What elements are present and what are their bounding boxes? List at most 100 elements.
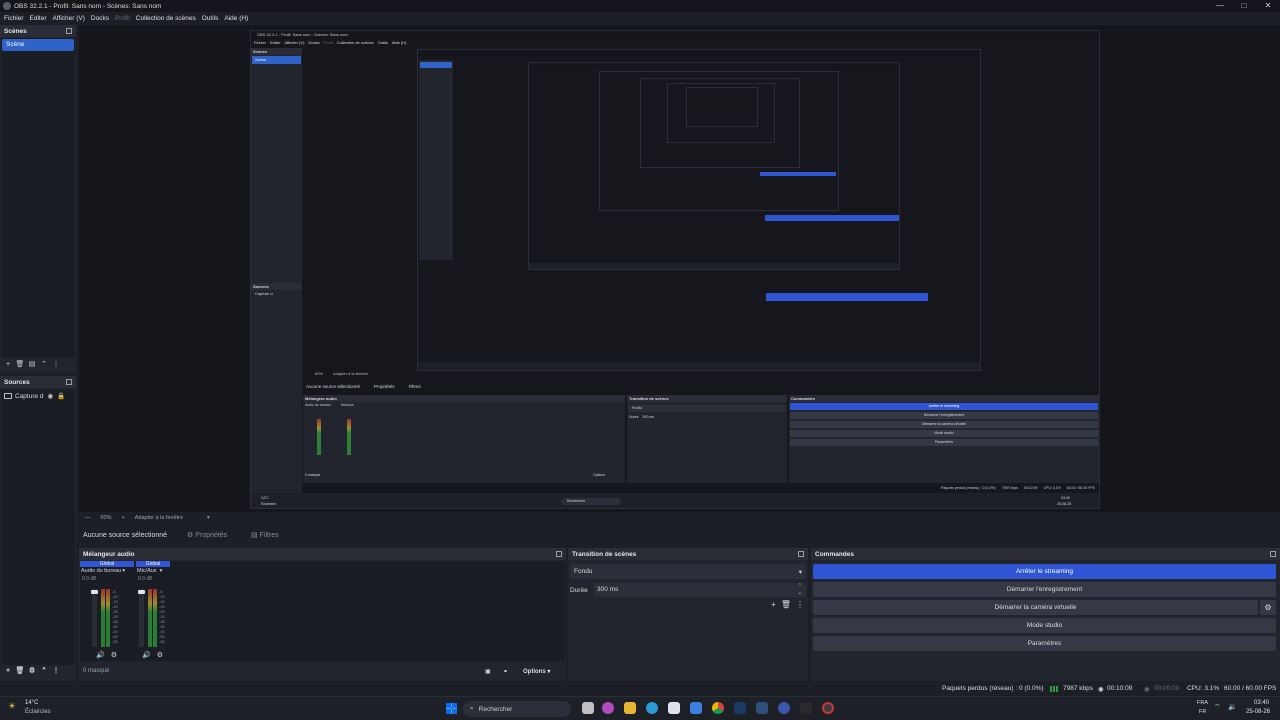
zoom-level[interactable]: 60% (101, 515, 112, 521)
menu-editer[interactable]: Editer (30, 15, 47, 22)
file-explorer-icon[interactable] (624, 702, 636, 714)
weather-desc[interactable]: Éclaircies (25, 709, 51, 715)
start-virtual-camera-button[interactable]: Démarrer la caméra virtuelle (813, 600, 1258, 615)
volume-slider-handle[interactable] (91, 590, 98, 594)
speaker-icon[interactable]: 🔊 (96, 651, 105, 659)
undock-icon[interactable] (556, 551, 562, 557)
taskbar-search[interactable]: ⌕ Rechercher (463, 701, 571, 717)
more-icon[interactable]: ⋮ (796, 600, 804, 609)
add-scene-button[interactable]: + (2, 360, 14, 370)
nested-mixer-title: Mélangeur audio (303, 395, 625, 402)
recording-app-icon[interactable] (822, 702, 834, 714)
transition-select[interactable]: Fondu ▾ (570, 564, 806, 579)
scene-item[interactable]: Scène (2, 39, 74, 51)
close-button[interactable]: ✕ (1256, 0, 1280, 12)
volume-slider-track[interactable] (139, 589, 144, 647)
keyboard-layout[interactable]: FR (1199, 709, 1206, 715)
weather-icon[interactable]: ☀ (8, 701, 16, 712)
mixer-layout-icon[interactable]: ▣ (485, 668, 491, 675)
add-transition-icon[interactable]: + (771, 600, 776, 609)
volume-icon[interactable]: 🔉 (1228, 703, 1237, 711)
channel-name-row[interactable]: Audio du bureau ▾ (80, 567, 134, 576)
properties-button[interactable]: ⚙ Propriétés (187, 531, 247, 540)
filter-icon: ▤ (251, 532, 258, 539)
channel-name-row[interactable]: Mic/Aux ▾ (136, 567, 170, 576)
menu-profil[interactable]: Profil (115, 15, 130, 22)
task-view-icon[interactable] (582, 702, 594, 714)
more-icon[interactable]: ⋮ (50, 666, 62, 676)
scene-filters-icon[interactable]: ▤ (26, 360, 38, 370)
add-icon[interactable]: + (2, 666, 14, 676)
options-dropdown[interactable]: Options ▾ (523, 668, 550, 675)
app-icon[interactable] (778, 702, 790, 714)
edge-icon[interactable] (646, 702, 658, 714)
clock-time[interactable]: 03:40 (1254, 700, 1269, 706)
notepad-icon[interactable] (668, 702, 680, 714)
nested-menu-item: Afficher (V) (284, 40, 305, 45)
menu-outils[interactable]: Outils (202, 15, 219, 22)
stop-streaming-button[interactable]: Arrêter le streaming (813, 564, 1276, 579)
stream-indicator-icon: ◉ (1098, 686, 1104, 693)
mixer-header: Mélangeur audio (79, 548, 566, 560)
settings-icon[interactable]: ⚙ (157, 651, 163, 659)
undock-icon[interactable] (1270, 551, 1276, 557)
lock-icon[interactable]: 🔒 (57, 392, 65, 400)
windows-taskbar: ☀ 14°C Éclaircies ⌕ Rechercher FRA FR ⌔ … (0, 696, 1280, 720)
nested-status-time: 00:10:09 (1023, 486, 1038, 490)
menu-aide[interactable]: Aide (H) (224, 15, 248, 22)
scenes-toolbar: + 🗑 ▤ ⌃ ⋮ (2, 360, 76, 370)
spin-arrows-icon[interactable]: ⌃ ⌄ (798, 583, 802, 597)
signal-bars-icon (1050, 686, 1058, 692)
start-recording-button[interactable]: Démarrer l'enregistrement (813, 582, 1276, 597)
remove-scene-icon[interactable]: 🗑 (14, 360, 26, 370)
zoom-in-icon[interactable]: + (122, 515, 125, 521)
maximize-button[interactable]: □ (1232, 0, 1256, 12)
fit-to-window[interactable]: Adapter à la fenêtre (135, 515, 183, 521)
steam-icon[interactable] (734, 702, 746, 714)
eye-icon[interactable]: ◉ (48, 392, 54, 400)
minimize-button[interactable]: — (1208, 0, 1232, 12)
commands-header: Commandes (811, 548, 1280, 560)
volume-slider-track[interactable] (92, 589, 97, 647)
virtual-camera-settings-icon[interactable]: ⚙ (1260, 600, 1276, 615)
language-indicator[interactable]: FRA (1197, 700, 1208, 706)
duration-spinbox[interactable]: 300 ms ⌃ ⌄ (594, 583, 806, 597)
link-icon[interactable]: ⚭ (503, 668, 508, 675)
nested-preview-level2 (417, 49, 981, 371)
windows-start-icon[interactable] (446, 703, 457, 714)
studio-mode-button[interactable]: Mode studio (813, 618, 1276, 633)
weather-temp[interactable]: 14°C (25, 700, 38, 706)
gear-icon[interactable]: ⚙ (26, 666, 38, 676)
steam-2-icon[interactable] (756, 702, 768, 714)
nested-context-bar: Aucune source sélectionné Propriétés Fil… (303, 380, 1099, 393)
copilot-icon[interactable] (602, 702, 614, 714)
source-item[interactable]: Capture d ◉ 🔒 (1, 389, 75, 403)
menu-docks[interactable]: Docks (91, 15, 109, 22)
filters-button[interactable]: ▤ Filtres (251, 531, 279, 540)
menu-fichier[interactable]: Fichier (4, 15, 24, 22)
clock-date[interactable]: 25-08-26 (1246, 709, 1270, 715)
chevron-down-icon[interactable]: ▾ (207, 515, 210, 521)
remove-transition-icon[interactable]: 🗑 (781, 600, 791, 609)
wifi-icon[interactable]: ⌔ (1214, 703, 1221, 712)
undock-icon[interactable] (66, 379, 72, 385)
more-icon[interactable]: ⋮ (50, 360, 62, 370)
obs-taskbar-icon[interactable] (800, 702, 812, 714)
source-label: Capture d (15, 392, 44, 400)
settings-button[interactable]: Paramètres (813, 636, 1276, 651)
chevron-up-icon[interactable]: ⌃ (38, 666, 50, 676)
chrome-icon[interactable] (712, 702, 724, 714)
undock-icon[interactable] (798, 551, 804, 557)
trash-icon[interactable]: 🗑 (14, 666, 26, 676)
nested-transition-title: Transition de scènes (627, 395, 787, 402)
menu-collection-scenes[interactable]: Collection de scènes (136, 15, 196, 22)
move-up-icon[interactable]: ⌃ (38, 360, 50, 370)
zoom-out-icon[interactable]: — (85, 515, 91, 521)
undock-icon[interactable] (66, 28, 72, 34)
store-icon[interactable] (690, 702, 702, 714)
options-label: Options (523, 668, 546, 675)
menu-afficher[interactable]: Afficher (V) (53, 15, 85, 22)
settings-icon[interactable]: ⚙ (111, 651, 117, 659)
speaker-icon[interactable]: 🔊 (142, 651, 151, 659)
volume-slider-handle[interactable] (138, 590, 145, 594)
